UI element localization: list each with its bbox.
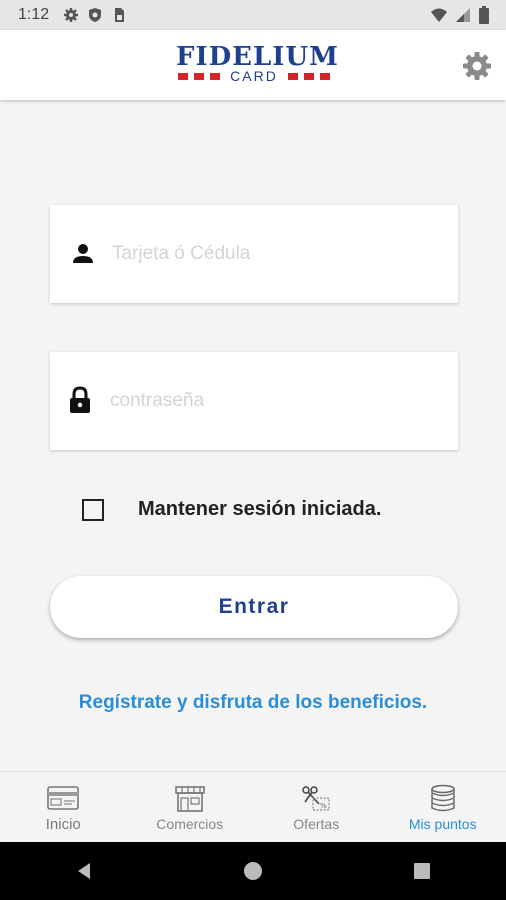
wifi-icon <box>430 6 448 29</box>
status-bar: 1:12 <box>0 0 506 30</box>
coins-icon <box>431 784 455 812</box>
bottom-navigation: Inicio Comercios % Ofertas Mis puntos <box>0 771 506 843</box>
register-link[interactable]: Regístrate y disfruta de los beneficios. <box>0 692 506 714</box>
nav-label-inicio: Inicio <box>45 816 81 833</box>
settings-gear-icon[interactable] <box>462 51 492 81</box>
battery-icon <box>478 6 490 29</box>
gear-icon <box>63 7 79 23</box>
recents-icon[interactable] <box>392 851 452 891</box>
fidelium-logo: FIDELIUM CARD <box>176 42 338 88</box>
card-id-input[interactable] <box>110 235 434 273</box>
lock-icon <box>67 386 93 413</box>
remember-checkbox[interactable] <box>82 498 104 521</box>
remember-session-row[interactable]: Mantener sesión iniciada. <box>82 498 381 521</box>
svg-text:%: % <box>320 802 327 810</box>
nav-label-ofertas: Ofertas <box>293 816 340 832</box>
shield-icon <box>87 7 103 23</box>
back-icon[interactable] <box>54 851 114 891</box>
password-input[interactable] <box>108 382 432 420</box>
nav-item-comercios[interactable]: Comercios <box>127 772 254 843</box>
home-icon[interactable] <box>223 851 283 891</box>
password-field-container <box>50 352 458 450</box>
nav-label-mis-puntos: Mis puntos <box>408 816 477 832</box>
sim-icon <box>111 7 127 23</box>
nav-item-mis-puntos[interactable]: Mis puntos <box>380 772 506 843</box>
scissors-coupon-icon: % <box>302 786 330 811</box>
person-icon <box>70 241 96 267</box>
nav-item-ofertas[interactable]: % Ofertas <box>253 772 380 843</box>
remember-label: Mantener sesión iniciada. <box>138 498 382 520</box>
login-button[interactable]: Entrar <box>50 576 458 638</box>
app-bar: FIDELIUM CARD <box>0 30 506 100</box>
card-icon <box>47 786 80 810</box>
store-icon <box>174 786 205 812</box>
nav-label-comercios: Comercios <box>156 816 224 832</box>
signal-icon <box>454 6 472 29</box>
nav-item-inicio[interactable]: Inicio <box>0 772 127 843</box>
card-id-field-container <box>50 205 458 303</box>
logo-subtext: CARD <box>230 68 278 84</box>
system-navigation-bar <box>0 842 506 900</box>
status-time: 1:12 <box>18 6 50 23</box>
